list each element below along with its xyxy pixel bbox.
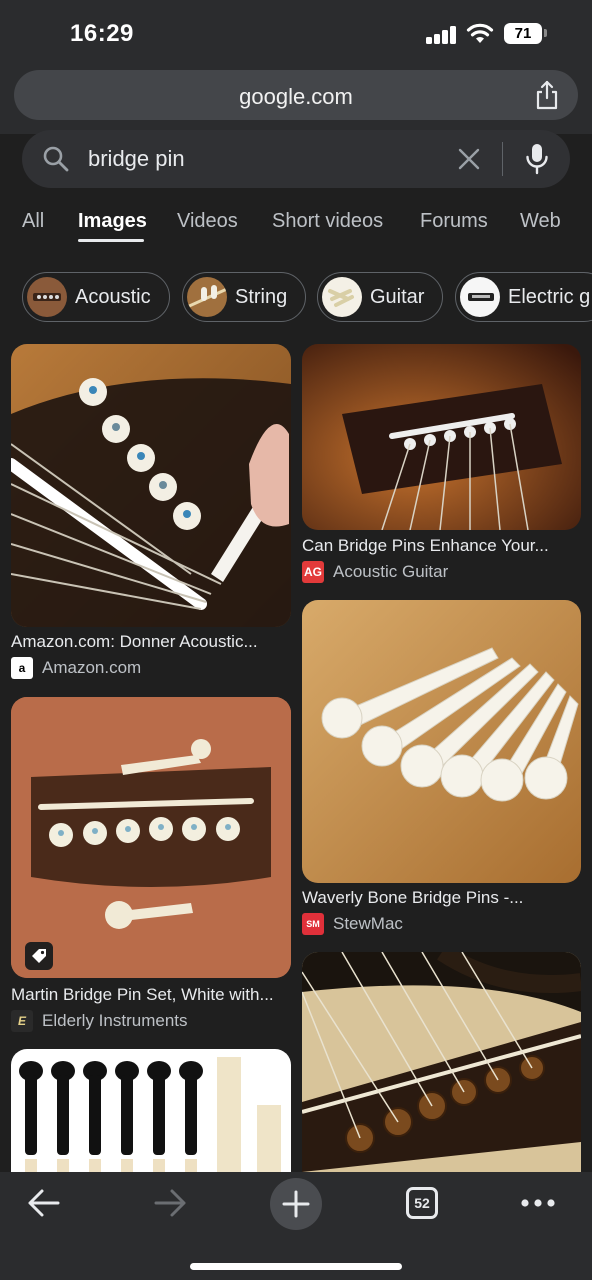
stewmac-favicon-icon: SM [302, 913, 324, 935]
result-source[interactable]: AG Acoustic Guitar [302, 561, 448, 583]
chip-acoustic[interactable]: Acoustic [22, 272, 170, 322]
acoustic-guitar-favicon-icon: AG [302, 561, 324, 583]
chip-thumbnail [322, 277, 362, 317]
tab-short-videos[interactable]: Short videos [272, 210, 383, 233]
browser-address-area: google.com [0, 66, 592, 134]
tab-switcher-button[interactable]: 52 [406, 1187, 438, 1219]
product-tag-icon [25, 942, 53, 970]
result-image-martin[interactable] [11, 697, 291, 978]
result-image-donner[interactable] [11, 344, 291, 627]
result-title[interactable]: Amazon.com: Donner Acoustic... [11, 632, 258, 652]
microphone-icon[interactable] [524, 143, 550, 175]
tab-web[interactable]: Web [520, 210, 561, 233]
refinement-chips: Acoustic String Guitar Electric g [0, 272, 592, 322]
new-tab-button[interactable] [270, 1178, 322, 1230]
address-domain: google.com [239, 84, 353, 109]
chip-label: Guitar [370, 285, 425, 308]
result-source-name: StewMac [333, 914, 403, 933]
result-source[interactable]: E Elderly Instruments [11, 1010, 188, 1032]
chip-label: Electric g [508, 285, 591, 308]
battery-tip [544, 29, 547, 37]
forward-arrow-icon[interactable] [152, 1188, 188, 1218]
clear-icon[interactable] [456, 146, 482, 172]
status-bar: 16:29 71 [0, 0, 592, 66]
chip-electric[interactable]: Electric g [455, 272, 592, 322]
elderly-favicon-icon: E [11, 1010, 33, 1032]
chip-label: Acoustic [75, 285, 151, 308]
tab-images[interactable]: Images [78, 210, 147, 233]
result-title[interactable]: Waverly Bone Bridge Pins -... [302, 888, 523, 908]
share-icon[interactable] [534, 80, 560, 110]
plus-icon [282, 1190, 310, 1218]
result-source-name: Amazon.com [42, 658, 142, 677]
cellular-signal-icon [426, 26, 458, 44]
search-divider [502, 142, 503, 176]
chip-thumbnail [460, 277, 500, 317]
chip-string[interactable]: String [182, 272, 307, 322]
wifi-icon [466, 23, 494, 43]
chip-label: String [235, 285, 288, 308]
tab-videos[interactable]: Videos [177, 210, 238, 233]
home-indicator[interactable] [190, 1263, 402, 1270]
tab-forums[interactable]: Forums [420, 210, 488, 233]
result-title[interactable]: Martin Bridge Pin Set, White with... [11, 985, 274, 1005]
result-source-name: Elderly Instruments [42, 1011, 188, 1030]
result-image-stewmac[interactable] [302, 600, 581, 883]
search-box[interactable]: bridge pin [22, 130, 570, 188]
more-options-icon[interactable] [520, 1198, 556, 1208]
tab-all[interactable]: All [22, 210, 44, 233]
result-title[interactable]: Can Bridge Pins Enhance Your... [302, 536, 549, 556]
chip-thumbnail [27, 277, 67, 317]
search-icon [43, 146, 69, 172]
address-bar[interactable]: google.com [14, 70, 578, 120]
chip-thumbnail [187, 277, 227, 317]
result-image-acoustic-guitar[interactable] [302, 344, 581, 530]
chip-guitar[interactable]: Guitar [317, 272, 444, 322]
search-query[interactable]: bridge pin [88, 146, 185, 172]
result-source[interactable]: SM StewMac [302, 913, 403, 935]
battery-icon: 71 [504, 23, 542, 44]
result-image-black-pins[interactable] [11, 1049, 291, 1172]
result-source-name: Acoustic Guitar [333, 562, 449, 581]
search-tabs: All Images Videos Short videos Forums We… [0, 200, 592, 244]
back-arrow-icon[interactable] [26, 1188, 62, 1218]
active-tab-indicator [78, 239, 144, 242]
browser-toolbar: 52 [0, 1172, 592, 1280]
result-image-brown-pins[interactable] [302, 952, 581, 1172]
result-source[interactable]: a Amazon.com [11, 657, 141, 679]
status-time: 16:29 [70, 20, 134, 47]
amazon-favicon-icon: a [11, 657, 33, 679]
